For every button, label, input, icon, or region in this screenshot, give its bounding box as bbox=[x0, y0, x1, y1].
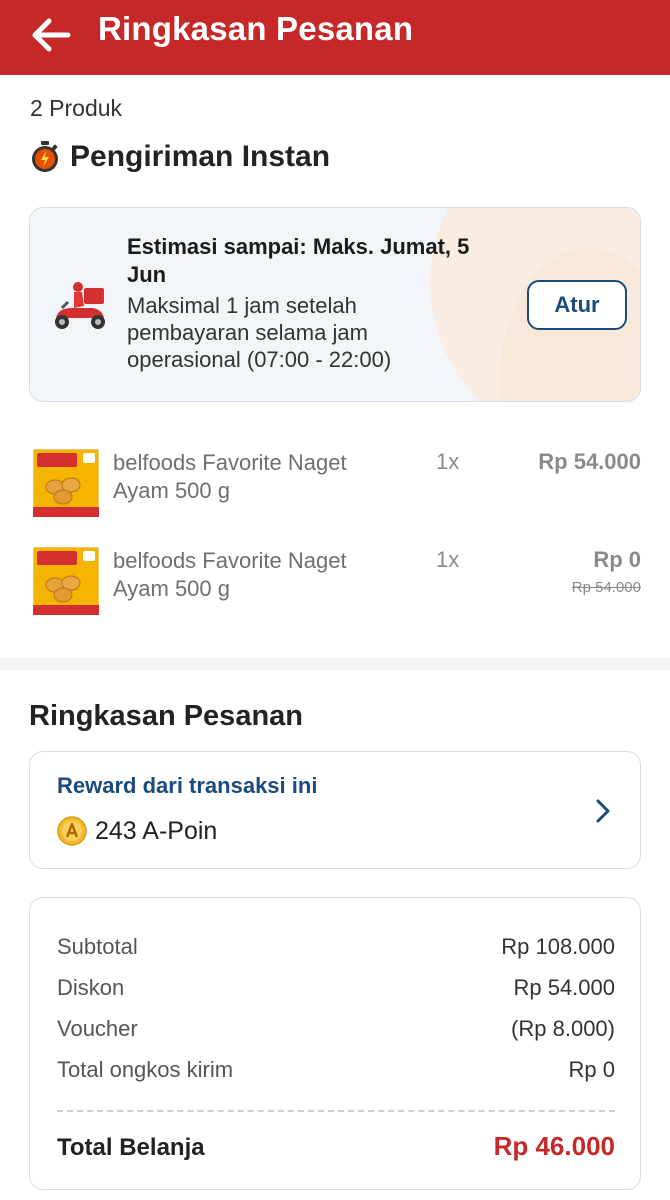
page-title: Ringkasan Pesanan bbox=[98, 10, 414, 47]
item-name: belfoods Favorite Naget Ayam 500 g bbox=[113, 548, 347, 601]
order-item: belfoods Favorite Naget Ayam 500 g 1x Rp… bbox=[0, 449, 670, 529]
a-poin-coin-icon bbox=[57, 816, 87, 846]
row-label: Voucher bbox=[57, 1016, 138, 1041]
grand-total-label: Total Belanja bbox=[57, 1134, 205, 1161]
set-delivery-button[interactable]: Atur bbox=[527, 280, 627, 330]
row-label: Total ongkos kirim bbox=[57, 1057, 234, 1082]
product-thumbnail bbox=[33, 449, 99, 517]
grand-total-row: Total Belanja Rp 46.000 bbox=[57, 1131, 615, 1162]
reward-points: 243 A-Poin bbox=[57, 816, 217, 846]
summary-row: Diskon Rp 54.000 bbox=[57, 975, 615, 1001]
delivery-type: Pengiriman Instan bbox=[70, 140, 331, 173]
row-value: Rp 0 bbox=[568, 1057, 615, 1082]
item-quantity: 1x bbox=[436, 449, 460, 474]
arrow-left-icon bbox=[32, 18, 71, 52]
stopwatch-icon bbox=[32, 141, 58, 172]
delivery-header: Pengiriman Instan bbox=[30, 140, 330, 174]
row-value: (Rp 8.000) bbox=[511, 1016, 615, 1041]
reward-label: Reward dari transaksi ini bbox=[57, 773, 318, 798]
item-price: Rp 0 bbox=[593, 547, 641, 572]
grand-total-value: Rp 46.000 bbox=[493, 1131, 615, 1161]
estimate-description: Maksimal 1 jam setelah pembayaran selama… bbox=[127, 293, 392, 372]
estimate-title: Estimasi sampai: Maks. Jumat, 5 Jun bbox=[127, 234, 470, 287]
summary-row: Voucher (Rp 8.000) bbox=[57, 1016, 615, 1042]
delivery-scooter-icon bbox=[55, 282, 105, 329]
dashed-divider bbox=[57, 1110, 615, 1112]
product-count: 2 Produk bbox=[30, 95, 123, 121]
points-value: 243 A-Poin bbox=[95, 816, 218, 845]
item-original-price: Rp 54.000 bbox=[571, 579, 641, 596]
item-quantity: 1x bbox=[436, 547, 460, 572]
order-item: belfoods Favorite Naget Ayam 500 g 1x Rp… bbox=[0, 547, 670, 627]
summary-title: Ringkasan Pesanan bbox=[29, 700, 303, 732]
row-value: Rp 54.000 bbox=[513, 975, 615, 1000]
row-label: Diskon bbox=[57, 975, 125, 1000]
row-value: Rp 108.000 bbox=[501, 934, 615, 959]
delivery-estimate-card: Estimasi sampai: Maks. Jumat, 5 Jun Maks… bbox=[29, 207, 641, 402]
summary-row: Total ongkos kirim Rp 0 bbox=[57, 1057, 615, 1083]
summary-row: Subtotal Rp 108.000 bbox=[57, 934, 615, 960]
totals-card: Subtotal Rp 108.000 Diskon Rp 54.000 Vou… bbox=[29, 897, 641, 1190]
app-bar: Ringkasan Pesanan bbox=[0, 0, 670, 75]
item-name: belfoods Favorite Naget Ayam 500 g bbox=[113, 450, 347, 503]
section-divider bbox=[0, 658, 670, 670]
chevron-right-icon bbox=[596, 799, 610, 823]
row-label: Subtotal bbox=[57, 934, 138, 959]
reward-card[interactable]: Reward dari transaksi ini 243 A-Poin bbox=[29, 751, 641, 869]
product-thumbnail bbox=[33, 547, 99, 615]
item-price: Rp 54.000 bbox=[538, 449, 641, 474]
back-button[interactable] bbox=[28, 12, 74, 58]
